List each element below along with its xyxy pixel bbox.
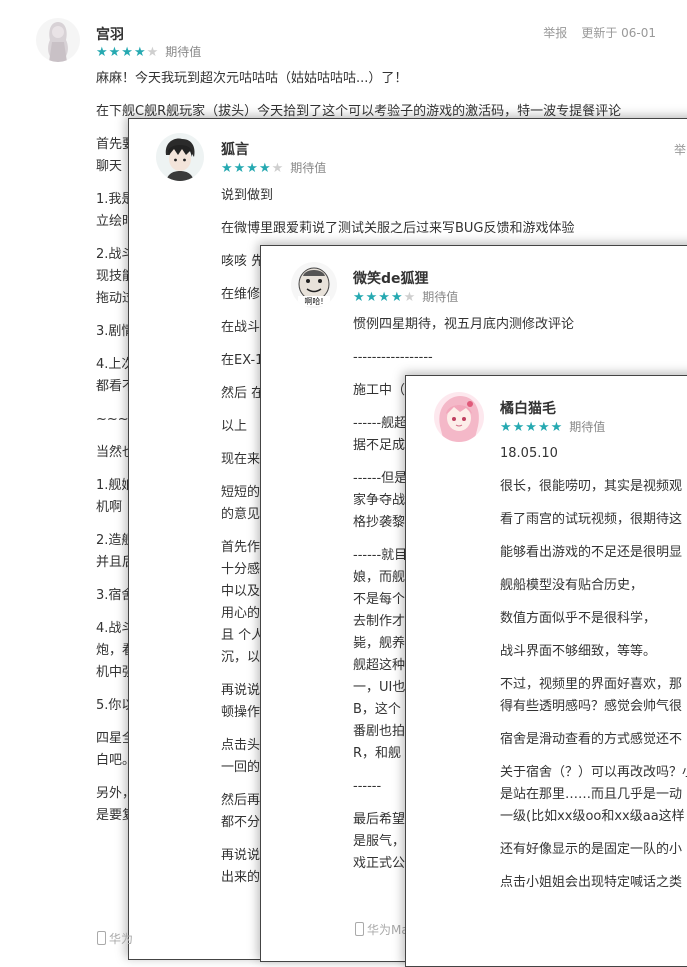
svg-text:啊哈!: 啊哈! [304, 296, 323, 306]
username[interactable]: 狐言 [221, 139, 249, 159]
star-icon: ★★★★★ [500, 420, 564, 435]
review-date: 18.05.10 [500, 446, 558, 461]
review-paragraph: 关于宿舍（？）可以再改改吗？小 是站在那里……而且几乎是一动 一级(比如xx级o… [500, 765, 687, 824]
review-meta: 举报 更新于 06-01 [529, 24, 656, 41]
device-label: 华为Ma [355, 921, 409, 938]
star-empty-icon: ★ [146, 45, 160, 60]
username[interactable]: 微笑de狐狸 [353, 268, 429, 288]
review-paragraph: 很长，很能唠叨，其实是视频观 [500, 479, 683, 494]
rating-stars: ★★★★★ 期待值 [96, 43, 201, 60]
avatar[interactable]: 啊哈! [291, 262, 337, 308]
review-paragraph: 不过，视频里的界面好喜欢，那 得有些透明感吗？感觉会帅气很 [500, 677, 683, 714]
review-paragraph: 惯例四星期待，视五月底内测修改评论 [353, 317, 575, 332]
star-icon: ★★★★ [96, 45, 147, 60]
updated-time: 更新于 06-01 [581, 26, 656, 40]
review-body: 18.05.10 很长，很能唠叨，其实是视频观 看了雨宫的试玩视频，很期待这 能… [500, 443, 687, 905]
review-paragraph: 战斗界面不够细致，等等。 [500, 644, 657, 659]
report-link[interactable]: 举 [674, 141, 686, 158]
review-card-jubai: 橘白猫毛 ★★★★★ 期待值 18.05.10 很长，很能唠叨，其实是视频观 看了… [405, 375, 687, 967]
username[interactable]: 宫羽 [96, 24, 124, 44]
review-paragraph: 点击小姐姐会出现特定喊话之类 [500, 875, 683, 890]
star-icon: ★★★★ [353, 290, 404, 305]
review-paragraph: 能够看出游戏的不足还是很明显 [500, 545, 683, 560]
star-empty-icon: ★ [271, 161, 285, 176]
review-paragraph: 说到做到 [221, 188, 274, 203]
review-paragraph: 看了雨宫的试玩视频，很期待这 [500, 512, 683, 527]
review-paragraph: 宿舍是滑动查看的方式感觉还不 [500, 732, 683, 747]
review-paragraph: 麻麻！今天我玩到超次元咕咕咕（姑姑咕咕咕...）了！ [96, 71, 408, 86]
username[interactable]: 橘白猫毛 [500, 398, 556, 418]
rating-tag: 期待值 [290, 161, 327, 175]
rating-stars: ★★★★★ 期待值 [500, 418, 605, 435]
star-empty-icon: ★ [403, 290, 417, 305]
report-link[interactable]: 举报 [543, 26, 567, 40]
rating-tag: 期待值 [165, 45, 202, 59]
review-paragraph: ----------------- [353, 350, 433, 365]
device-label: 华为 [97, 930, 133, 947]
review-paragraph: 舰船模型没有贴合历史， [500, 578, 644, 593]
avatar[interactable] [36, 18, 80, 62]
rating-tag: 期待值 [569, 420, 606, 434]
rating-tag: 期待值 [422, 290, 459, 304]
review-paragraph: 在微博里跟爱莉说了测试关服之后过来写BUG反馈和游戏体验 [221, 221, 575, 236]
avatar[interactable] [434, 392, 484, 442]
phone-icon [97, 931, 106, 945]
review-paragraph: 还有好像显示的是固定一队的小 [500, 842, 683, 857]
rating-stars: ★★★★★ 期待值 [353, 288, 458, 305]
rating-stars: ★★★★★ 期待值 [221, 159, 326, 176]
avatar[interactable] [156, 133, 204, 181]
star-icon: ★★★★ [221, 161, 272, 176]
review-paragraph: 数值方面似乎不是很科学， [500, 611, 657, 626]
phone-icon [355, 922, 364, 936]
